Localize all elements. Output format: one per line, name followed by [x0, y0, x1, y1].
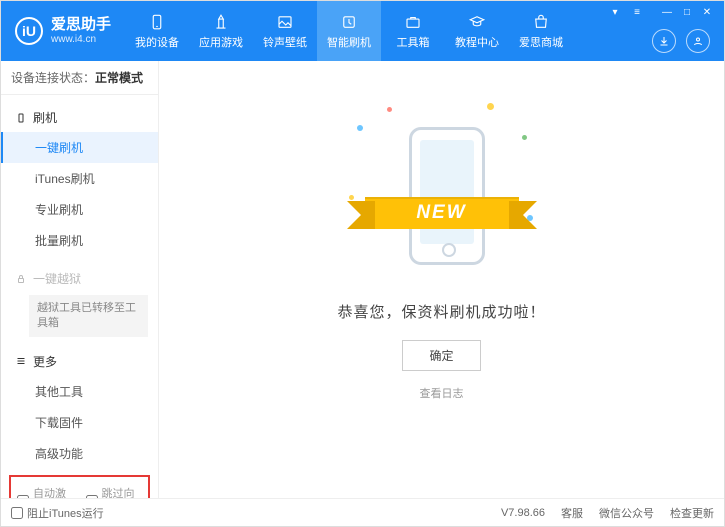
brand-title: 爱思助手 [51, 17, 111, 34]
success-message: 恭喜您，保资料刷机成功啦！ [337, 301, 545, 322]
brand: iU 爱思助手 www.i4.cn [1, 1, 125, 61]
brand-logo-icon: iU [15, 17, 43, 45]
apps-icon [211, 13, 231, 31]
nav-store[interactable]: 爱思商城 [509, 1, 573, 61]
footer-link-support[interactable]: 客服 [561, 505, 583, 521]
main-content: NEW 恭喜您，保资料刷机成功啦！ 确定 查看日志 [159, 61, 724, 498]
nav-flash[interactable]: 智能刷机 [317, 1, 381, 61]
phone-icon [147, 13, 167, 31]
menu-dropdown-icon[interactable]: ▾ [606, 5, 624, 19]
lock-icon [15, 273, 27, 285]
checkbox-block-itunes[interactable]: 阻止iTunes运行 [11, 505, 104, 521]
section-jailbreak: 一键越狱 [1, 264, 158, 293]
minimize-button[interactable]: — [658, 5, 676, 19]
wallpaper-icon [275, 13, 295, 31]
connection-status: 设备连接状态：正常模式 [1, 61, 158, 95]
graduation-icon [467, 13, 487, 31]
sidebar-item-advanced[interactable]: 高级功能 [1, 438, 158, 469]
checkbox-skip-guide[interactable]: 跳过向导 [86, 485, 143, 498]
jailbreak-notice: 越狱工具已转移至工具箱 [29, 295, 148, 337]
sidebar-item-other-tools[interactable]: 其他工具 [1, 376, 158, 407]
account-button[interactable] [686, 29, 710, 53]
nav-ringtones[interactable]: 铃声壁纸 [253, 1, 317, 61]
phone-small-icon [15, 112, 27, 124]
toolbox-icon [403, 13, 423, 31]
footer: 阻止iTunes运行 V7.98.66 客服 微信公众号 检查更新 [1, 498, 724, 526]
download-button[interactable] [652, 29, 676, 53]
nav-my-device[interactable]: 我的设备 [125, 1, 189, 61]
new-ribbon: NEW [365, 197, 519, 229]
close-button[interactable]: ✕ [698, 5, 716, 19]
ok-button[interactable]: 确定 [402, 340, 480, 371]
footer-link-wechat[interactable]: 微信公众号 [599, 505, 654, 521]
nav-apps[interactable]: 应用游戏 [189, 1, 253, 61]
section-more[interactable]: 更多 [1, 347, 158, 376]
checkbox-auto-activate[interactable]: 自动激活 [17, 485, 74, 498]
sidebar: 设备连接状态：正常模式 刷机 一键刷机 iTunes刷机 专业刷机 批量刷机 一… [1, 61, 159, 498]
sidebar-item-download-firmware[interactable]: 下载固件 [1, 407, 158, 438]
sidebar-item-batch-flash[interactable]: 批量刷机 [1, 225, 158, 256]
nav-toolbox[interactable]: 工具箱 [381, 1, 445, 61]
nav-tutorials[interactable]: 教程中心 [445, 1, 509, 61]
sidebar-item-itunes-flash[interactable]: iTunes刷机 [1, 163, 158, 194]
store-icon [531, 13, 551, 31]
app-window: iU 爱思助手 www.i4.cn 我的设备 应用游戏 铃声壁纸 智能刷机 [0, 0, 725, 527]
version-label: V7.98.66 [501, 507, 545, 519]
section-flash[interactable]: 刷机 [1, 103, 158, 132]
brand-subtitle: www.i4.cn [51, 34, 111, 45]
sidebar-item-oneclick-flash[interactable]: 一键刷机 [1, 132, 158, 163]
header: iU 爱思助手 www.i4.cn 我的设备 应用游戏 铃声壁纸 智能刷机 [1, 1, 724, 61]
maximize-button[interactable]: □ [678, 5, 696, 19]
top-nav: 我的设备 应用游戏 铃声壁纸 智能刷机 工具箱 教程中心 [125, 1, 606, 61]
list-icon [15, 355, 27, 367]
body: 设备连接状态：正常模式 刷机 一键刷机 iTunes刷机 专业刷机 批量刷机 一… [1, 61, 724, 498]
activation-options: 自动激活 跳过向导 [9, 475, 150, 498]
success-illustration: NEW [337, 95, 547, 285]
flash-icon [339, 13, 359, 31]
view-log-link[interactable]: 查看日志 [420, 385, 464, 401]
settings-menu-icon[interactable]: ≡ [628, 5, 646, 19]
sidebar-item-pro-flash[interactable]: 专业刷机 [1, 194, 158, 225]
footer-link-update[interactable]: 检查更新 [670, 505, 714, 521]
